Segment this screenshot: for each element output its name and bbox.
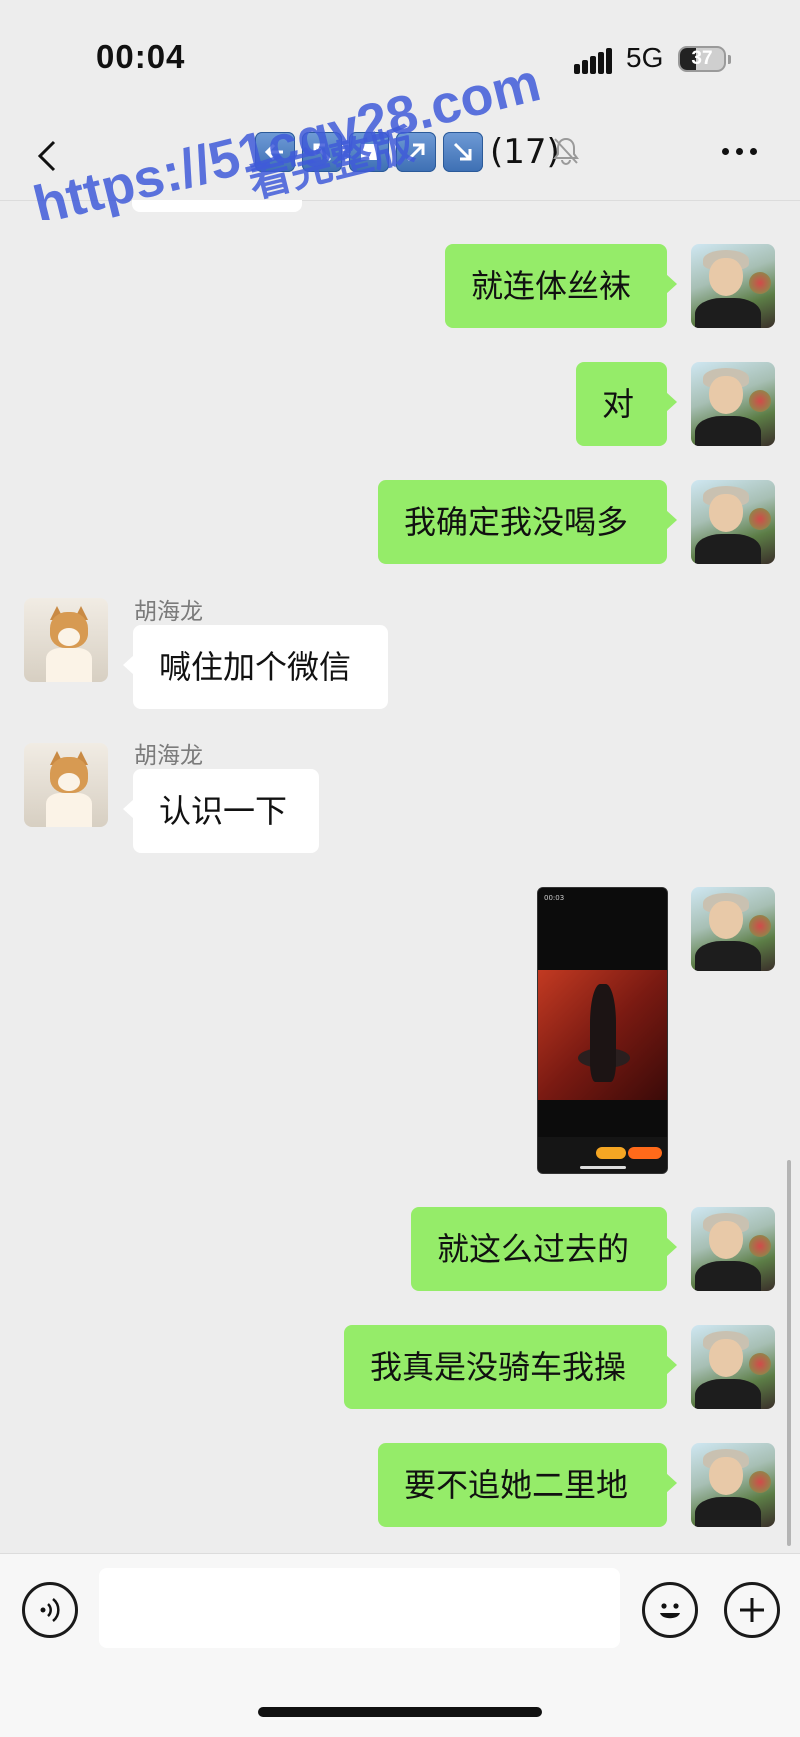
mute-bell-icon xyxy=(552,136,580,166)
message-input[interactable] xyxy=(99,1568,620,1648)
signal-icon xyxy=(574,48,614,74)
message-bubble-sent[interactable]: 要不追她二里地 xyxy=(378,1443,677,1527)
home-indicator xyxy=(258,1707,542,1717)
more-actions-button[interactable] xyxy=(724,1582,780,1638)
sender-name: 胡海龙 xyxy=(134,599,203,625)
more-menu-button[interactable] xyxy=(722,148,757,155)
my-avatar[interactable] xyxy=(691,1325,775,1409)
message-bubble-received[interactable]: 喊住加个微信 xyxy=(123,625,388,709)
message-bubble-sent[interactable]: 我真是没骑车我操 xyxy=(344,1325,677,1409)
chat-title xyxy=(255,132,483,172)
network-type: 5G xyxy=(626,42,664,73)
back-button[interactable] xyxy=(30,136,70,176)
message-bubble-sent[interactable]: 就这么过去的 xyxy=(411,1207,677,1291)
status-bar: 00:04 5G 37 xyxy=(0,0,800,120)
image-status-time: 00:03 xyxy=(544,894,565,902)
input-bar xyxy=(0,1553,800,1737)
battery-icon: 37 xyxy=(678,46,726,72)
image-message[interactable]: 00:03 xyxy=(537,887,668,1174)
my-avatar[interactable] xyxy=(691,1443,775,1527)
up-left-arrow-icon xyxy=(302,132,342,172)
my-avatar[interactable] xyxy=(691,480,775,564)
smiley-icon xyxy=(660,1603,680,1619)
my-avatar[interactable] xyxy=(691,362,775,446)
down-right-arrow-icon xyxy=(443,132,483,172)
scrollbar[interactable] xyxy=(787,1160,791,1546)
my-avatar[interactable] xyxy=(691,1207,775,1291)
message-bubble-received[interactable]: 认识一下 xyxy=(123,769,319,853)
contact-avatar[interactable] xyxy=(24,743,108,827)
up-right-arrow-icon xyxy=(396,132,436,172)
previous-message-bubble xyxy=(132,200,302,212)
stop-square-icon xyxy=(349,132,389,172)
left-arrow-icon xyxy=(255,132,295,172)
my-avatar[interactable] xyxy=(691,244,775,328)
message-bubble-sent[interactable]: 对 xyxy=(576,362,677,446)
my-avatar[interactable] xyxy=(691,887,775,971)
chevron-left-icon xyxy=(37,140,56,172)
sender-name: 胡海龙 xyxy=(134,743,203,769)
voice-input-button[interactable] xyxy=(22,1582,78,1638)
plus-icon xyxy=(740,1598,764,1622)
message-bubble-sent[interactable]: 我确定我没喝多 xyxy=(378,480,677,564)
status-time: 00:04 xyxy=(96,38,186,75)
battery-percent: 37 xyxy=(691,48,713,69)
chat-header: (17) xyxy=(0,120,800,201)
battery-tip xyxy=(728,55,731,64)
voice-icon xyxy=(40,1598,60,1622)
emoji-button[interactable] xyxy=(642,1582,698,1638)
message-bubble-sent[interactable]: 就连体丝袜 xyxy=(445,244,677,328)
contact-avatar[interactable] xyxy=(24,598,108,682)
member-count: (17) xyxy=(490,132,560,172)
